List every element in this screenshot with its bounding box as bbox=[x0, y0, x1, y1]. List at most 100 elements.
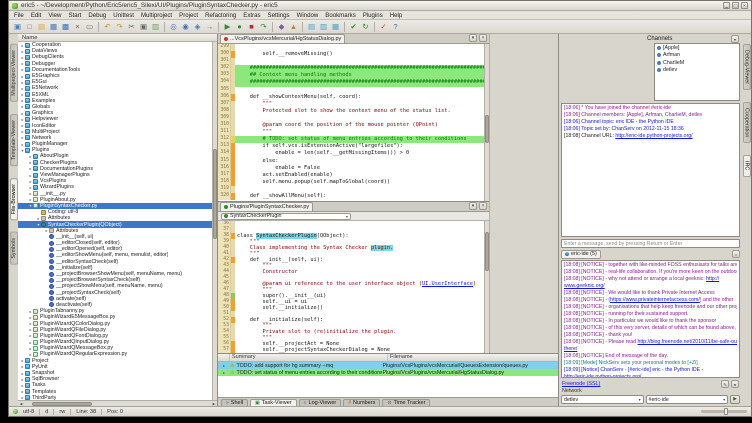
toolbar-copy-icon[interactable]: ▣ bbox=[138, 21, 149, 32]
irc-channel-tab[interactable]: eric-ide (5) bbox=[561, 250, 601, 259]
toolbar-search-next-icon[interactable]: ◉ bbox=[180, 21, 191, 32]
menu-project[interactable]: Project bbox=[179, 12, 198, 19]
nick-combo[interactable]: detlev ▾ bbox=[561, 395, 644, 404]
menu-plugins[interactable]: Plugins bbox=[363, 12, 383, 19]
task-row[interactable]: ▸⚠TODO: add support for hg summary --mqP… bbox=[218, 362, 558, 369]
irc-message-input[interactable]: Enter a message, send by pressing Return… bbox=[561, 239, 740, 248]
tab-list-icon[interactable]: ▾ bbox=[469, 34, 477, 42]
close-button[interactable]: × bbox=[741, 2, 748, 9]
toolbar-stop-script-icon[interactable]: ■ bbox=[246, 21, 257, 32]
menu-window[interactable]: Window bbox=[297, 12, 319, 19]
tab-close-icon[interactable]: × bbox=[479, 34, 487, 42]
toolbar-undo-icon[interactable]: ↶ bbox=[102, 21, 113, 32]
tab-list-icon[interactable]: ▾ bbox=[469, 202, 477, 210]
menu-settings[interactable]: Settings bbox=[268, 12, 290, 19]
menu-unittest[interactable]: Unittest bbox=[113, 12, 134, 19]
toolbar-profile-icon[interactable]: ▲ bbox=[288, 21, 299, 32]
toolbar-debug-script-icon[interactable]: ● bbox=[234, 21, 245, 32]
code-line[interactable]: 314 enable = len(self.__getMissingItems(… bbox=[218, 150, 484, 157]
toolbar-vcs-commit-icon[interactable]: ✔ bbox=[348, 21, 359, 32]
network-name-link[interactable]: Freenode (SSL) bbox=[562, 381, 600, 387]
irc-network-messages[interactable]: [18:08] [NOTICE] - together with like-mi… bbox=[561, 260, 740, 378]
expander-icon[interactable]: ▸ bbox=[218, 363, 230, 368]
toolbar-save-file-icon[interactable]: ▦ bbox=[48, 21, 59, 32]
editor-top-scrollbar[interactable] bbox=[484, 44, 489, 201]
code-line[interactable]: 320 def __showAllMenu(self): bbox=[218, 193, 484, 200]
toolbar-redo-icon[interactable]: ↷ bbox=[114, 21, 125, 32]
sidebar-tab-debug-viewer[interactable]: Debug-Viewer bbox=[743, 44, 751, 90]
code-line[interactable]: 315 else: bbox=[218, 158, 484, 165]
toolbar-whats-this-help-icon[interactable]: ? bbox=[390, 21, 401, 32]
code-line[interactable]: 305 bbox=[218, 87, 484, 94]
channel-combo[interactable]: #eric-ide ▾ bbox=[646, 395, 729, 404]
editor-bottom-tab[interactable]: Plugins/PluginSyntaxChecker.py bbox=[220, 202, 313, 211]
irc-user-item[interactable]: Arfman bbox=[655, 52, 739, 60]
code-line[interactable]: 312 # TODO: set status of menu entries a… bbox=[218, 136, 484, 143]
scroll-left-icon[interactable]: ◀ bbox=[18, 402, 24, 406]
menu-start[interactable]: Start bbox=[68, 12, 81, 19]
minimize-button[interactable]: ▁ bbox=[723, 2, 730, 9]
toolbar-open-file-icon[interactable]: ▤ bbox=[36, 21, 47, 32]
away-icon[interactable]: ● bbox=[731, 380, 739, 388]
zoom-slider-knob[interactable] bbox=[724, 408, 728, 415]
code-area-bottom[interactable]: 363738class SyntaxCheckerPlugin(QObject)… bbox=[218, 221, 484, 353]
toolbar-goto-line-icon[interactable]: → bbox=[204, 21, 215, 32]
code-line[interactable]: 303 ## Context menu handling methods bbox=[218, 72, 484, 79]
toolbar-replace-icon[interactable]: ◈ bbox=[192, 21, 203, 32]
file-tree[interactable]: ▸Cooperation▸DataViews▸DebugClients▸Debu… bbox=[18, 42, 212, 400]
code-line[interactable]: 306 def __showContextMenu(self, coord): bbox=[218, 94, 484, 101]
tab-close-icon[interactable]: × bbox=[479, 202, 487, 210]
toolbar-spell-check-icon[interactable]: ✓ bbox=[378, 21, 389, 32]
zoom-slider[interactable] bbox=[701, 410, 747, 413]
sidebar-tab-symbols[interactable]: Symbols bbox=[10, 232, 18, 265]
code-line[interactable]: 310 @param coord the position of the mou… bbox=[218, 122, 484, 129]
toolbar-unittest-icon[interactable]: ◆ bbox=[276, 21, 287, 32]
editor-top-tab[interactable]: ...VcsPlugins/vcsMercurial/HgStatusDialo… bbox=[220, 34, 345, 43]
toolbar-paste-icon[interactable]: ▥ bbox=[150, 21, 161, 32]
toolbar-search-icon[interactable]: ◎ bbox=[168, 21, 179, 32]
code-line[interactable]: 318 self.menu.popup(self.mapToGlobal(coo… bbox=[218, 179, 484, 186]
menu-view[interactable]: View bbox=[48, 12, 61, 19]
sidebar-tab-irc[interactable]: IRC bbox=[743, 155, 751, 176]
code-line[interactable]: 317 act.setEnabled(enable) bbox=[218, 172, 484, 179]
class-navigator-combo[interactable]: SyntaxCheckerPlugin ▾ bbox=[221, 213, 351, 220]
toolbar-run-script-icon[interactable]: ▶ bbox=[222, 21, 233, 32]
titlebar[interactable]: eric5 - ~/Development/Python/Eric5/eric5… bbox=[9, 1, 751, 11]
toolbar-new-file-icon[interactable]: □ bbox=[24, 21, 35, 32]
toolbar-close-project-icon[interactable]: ▥ bbox=[318, 21, 329, 32]
menu-edit[interactable]: Edit bbox=[31, 12, 42, 19]
code-line[interactable]: 316 enable = False bbox=[218, 165, 484, 172]
code-line[interactable]: 304 ####################################… bbox=[218, 79, 484, 86]
sidebar-tab-file-browser[interactable]: File-Browser bbox=[10, 178, 18, 220]
tree-vertical-scrollbar[interactable] bbox=[212, 42, 217, 400]
sidebar-tab-cooperation[interactable]: Cooperation bbox=[743, 102, 751, 143]
menu-refactoring[interactable]: Refactoring bbox=[205, 12, 236, 19]
code-line[interactable]: 301 bbox=[218, 58, 484, 65]
toolbar-save-project-icon[interactable]: ▦ bbox=[330, 21, 341, 32]
menu-help[interactable]: Help bbox=[390, 12, 403, 19]
irc-channel-messages[interactable]: [18:06] * You have joined the channel #e… bbox=[561, 103, 740, 237]
code-line[interactable]: 308 Protected slot to show the context m… bbox=[218, 108, 484, 115]
code-line[interactable]: 300 self.__removeMissing() bbox=[218, 51, 484, 58]
menu-debug[interactable]: Debug bbox=[88, 12, 106, 19]
task-row[interactable]: ▸⚠TODO: set status of menu entries accor… bbox=[218, 369, 558, 376]
toolbar-close-file-icon[interactable]: × bbox=[72, 21, 83, 32]
menu-multiproject[interactable]: Multiproject bbox=[141, 12, 172, 19]
sidebar-tab-multiproject-viewer[interactable]: Multiproject-Viewer bbox=[10, 44, 18, 102]
scroll-right-icon[interactable]: ▶ bbox=[211, 402, 217, 406]
code-line[interactable]: 319 bbox=[218, 186, 484, 193]
toolbar-print-file-icon[interactable]: ▭ bbox=[84, 21, 95, 32]
summary-column-header[interactable]: Summary bbox=[230, 354, 388, 361]
menu-file[interactable]: File bbox=[14, 12, 24, 19]
sidebar-tab-template-viewer[interactable]: Template-Viewer bbox=[10, 114, 18, 166]
expander-icon[interactable]: ▸ bbox=[218, 370, 230, 375]
scrollbar-thumb[interactable] bbox=[32, 402, 92, 406]
irc-user-item[interactable]: CharlieM bbox=[655, 59, 739, 67]
filename-column-header[interactable]: Filename bbox=[388, 354, 558, 361]
code-area-top[interactable]: 299300 self.__removeMissing()301302 ####… bbox=[218, 44, 484, 201]
toolbar-open-project-icon[interactable]: ▤ bbox=[306, 21, 317, 32]
toolbar-save-all-icon[interactable]: ▩ bbox=[60, 21, 71, 32]
edit-network-icon[interactable]: ✎ bbox=[721, 380, 729, 388]
irc-users-list[interactable]: [Apple]ArfmanCharlieMdetlev bbox=[654, 43, 740, 101]
menu-bookmarks[interactable]: Bookmarks bbox=[325, 12, 355, 19]
